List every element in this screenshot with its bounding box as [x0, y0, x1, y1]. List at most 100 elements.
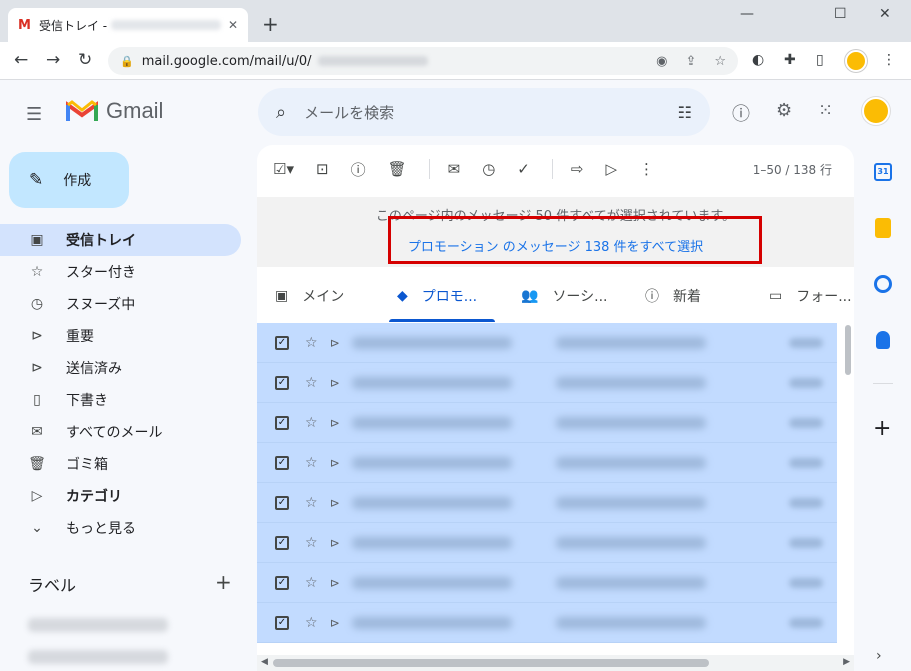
table-row[interactable]: ✓ ☆ ⊳ [257, 603, 837, 643]
important-marker-icon[interactable]: ⊳ [330, 336, 340, 350]
table-row[interactable]: ✓ ☆ ⊳ [257, 563, 837, 603]
table-row[interactable]: ✓ ☆ ⊳ [257, 403, 837, 443]
contacts-app-button[interactable] [866, 325, 900, 355]
keep-app-button[interactable] [866, 213, 900, 243]
important-marker-icon[interactable]: ⊳ [330, 576, 340, 590]
table-row[interactable]: ✓ ☆ ⊳ [257, 323, 837, 363]
help-icon[interactable]: ⓘ [732, 100, 750, 126]
star-icon[interactable]: ☆ [305, 415, 318, 431]
label-as-icon[interactable]: ▷ [605, 160, 617, 178]
search-bar[interactable]: ⌕ メールを検索 ☷ [258, 88, 710, 136]
star-icon[interactable]: ☆ [305, 575, 318, 591]
important-marker-icon[interactable]: ⊳ [330, 416, 340, 430]
tab-promotions[interactable]: ◆ プロモ... [397, 286, 477, 306]
snooze-icon[interactable]: ◷ [482, 160, 495, 178]
new-tab-button[interactable]: + [262, 12, 279, 36]
expand-panel-icon[interactable]: › [876, 648, 882, 664]
get-addons-button[interactable]: + [873, 416, 891, 441]
move-to-icon[interactable]: ⇨ [571, 160, 584, 178]
row-checkbox[interactable]: ✓ [275, 455, 289, 470]
table-row[interactable]: ✓ ☆ ⊳ [257, 363, 837, 403]
important-marker-icon[interactable]: ⊳ [330, 456, 340, 470]
star-icon[interactable]: ☆ [305, 535, 318, 551]
tab-social[interactable]: 👥 ソーシ... [521, 286, 608, 306]
tasks-app-button[interactable] [866, 269, 900, 299]
sidebar-item-all-mail[interactable]: ✉ すべてのメール [0, 416, 241, 448]
browser-profile-avatar[interactable] [845, 50, 867, 72]
tab-close-icon[interactable]: ✕ [228, 18, 238, 32]
row-checkbox[interactable]: ✓ [275, 535, 289, 550]
star-icon[interactable]: ☆ [305, 335, 318, 351]
add-to-tasks-icon[interactable]: ✓ [517, 160, 530, 178]
row-checkbox[interactable]: ✓ [275, 575, 289, 590]
important-marker-icon[interactable]: ⊳ [330, 536, 340, 550]
row-checkbox[interactable]: ✓ [275, 495, 289, 510]
more-actions-icon[interactable]: ⋮ [639, 160, 654, 178]
sidebar-item-categories[interactable]: ▷ カテゴリ [0, 480, 241, 512]
share-icon[interactable]: ⇪ [685, 54, 696, 69]
sidebar-item-more[interactable]: ⌄ もっと見る [0, 512, 241, 544]
tab-forums[interactable]: ▭ フォー... [769, 286, 852, 306]
search-icon[interactable]: ⌕ [276, 102, 286, 123]
bookmark-star-icon[interactable]: ☆ [714, 54, 726, 69]
table-row[interactable]: ✓ ☆ ⊳ [257, 443, 837, 483]
back-button[interactable]: ← [14, 50, 28, 70]
tab-primary[interactable]: ▣ メイン [275, 286, 344, 306]
scroll-right-icon[interactable]: ▶ [843, 657, 850, 667]
archive-icon[interactable]: ⊡ [316, 160, 329, 178]
forward-button[interactable]: → [46, 50, 60, 70]
tab-updates[interactable]: ⓘ 新着 [645, 286, 701, 306]
mark-as-read-icon[interactable]: ✉ [448, 160, 461, 178]
search-input[interactable]: メールを検索 [304, 102, 394, 123]
vertical-scrollbar[interactable] [845, 325, 851, 375]
sidebar-item-inbox[interactable]: ▣ 受信トレイ [0, 224, 241, 256]
account-avatar[interactable] [862, 97, 890, 125]
horizontal-scrollbar[interactable]: ◀ ▶ [257, 655, 854, 671]
sidebar-item-drafts[interactable]: ▯ 下書き [0, 384, 241, 416]
url-field[interactable]: 🔒 mail.google.com/mail/u/0/ ◉ ⇪ ☆ [108, 47, 738, 75]
scroll-left-icon[interactable]: ◀ [261, 657, 268, 667]
search-options-icon[interactable]: ☷ [678, 103, 692, 122]
window-minimize-button[interactable]: — [740, 6, 754, 22]
star-icon[interactable]: ☆ [305, 455, 318, 471]
delete-icon[interactable]: 🗑 [388, 160, 407, 178]
star-icon[interactable]: ☆ [305, 375, 318, 391]
add-label-button[interactable]: + [215, 570, 232, 594]
sidebar-item-snoozed[interactable]: ◷ スヌーズ中 [0, 288, 241, 320]
row-checkbox[interactable]: ✓ [275, 375, 289, 390]
apps-grid-icon[interactable]: ⁙ [818, 100, 833, 121]
reload-button[interactable]: ↻ [78, 50, 92, 70]
window-close-button[interactable]: ✕ [879, 6, 891, 22]
sidebar-item-trash[interactable]: 🗑 ゴミ箱 [0, 448, 241, 480]
important-marker-icon[interactable]: ⊳ [330, 496, 340, 510]
puzzle-icon[interactable]: ✚ [784, 52, 796, 68]
label-item-redacted[interactable] [28, 650, 168, 664]
menu-dots-icon[interactable]: ⋮ [882, 52, 896, 68]
main-menu-icon[interactable]: ☰ [26, 104, 42, 125]
window-maximize-button[interactable]: ☐ [834, 6, 847, 22]
sidebar-item-sent[interactable]: ⊳ 送信済み [0, 352, 241, 384]
report-spam-icon[interactable]: ⓘ [351, 159, 366, 180]
sidebar-item-starred[interactable]: ☆ スター付き [0, 256, 241, 288]
calendar-app-button[interactable]: 31 [866, 157, 900, 187]
compose-button[interactable]: ✎ 作成 [9, 152, 129, 208]
important-marker-icon[interactable]: ⊳ [330, 376, 340, 390]
row-checkbox[interactable]: ✓ [275, 335, 289, 350]
select-all-checkbox-icon[interactable]: ☑▾ [273, 160, 294, 178]
extension-icon[interactable]: ◐ [752, 52, 764, 68]
settings-gear-icon[interactable]: ⚙ [776, 100, 792, 121]
table-row[interactable]: ✓ ☆ ⊳ [257, 483, 837, 523]
important-marker-icon[interactable]: ⊳ [330, 616, 340, 630]
row-checkbox[interactable]: ✓ [275, 615, 289, 630]
star-icon[interactable]: ☆ [305, 495, 318, 511]
scrollbar-thumb[interactable] [273, 659, 709, 667]
row-checkbox[interactable]: ✓ [275, 415, 289, 430]
eye-icon[interactable]: ◉ [656, 54, 667, 69]
sidebar-item-important[interactable]: ⊳ 重要 [0, 320, 241, 352]
label-item-redacted[interactable] [28, 618, 168, 632]
side-panel-icon[interactable]: ▯ [816, 52, 824, 68]
browser-tab[interactable]: M 受信トレイ - ✕ [8, 8, 248, 42]
gmail-logo[interactable]: Gmail [66, 98, 163, 124]
table-row[interactable]: ✓ ☆ ⊳ [257, 523, 837, 563]
star-icon[interactable]: ☆ [305, 615, 318, 631]
